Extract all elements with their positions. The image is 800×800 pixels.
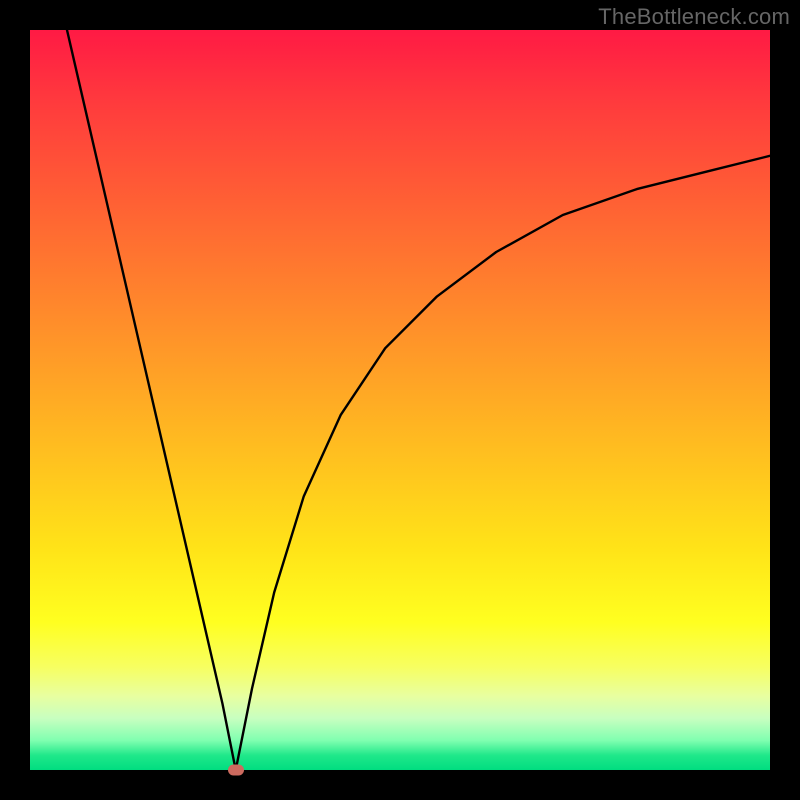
chart-container: TheBottleneck.com bbox=[0, 0, 800, 800]
watermark-text: TheBottleneck.com bbox=[598, 4, 790, 30]
curve-svg bbox=[30, 30, 770, 770]
bottleneck-curve bbox=[67, 30, 770, 770]
plot-area bbox=[30, 30, 770, 770]
minimum-marker bbox=[228, 765, 244, 776]
